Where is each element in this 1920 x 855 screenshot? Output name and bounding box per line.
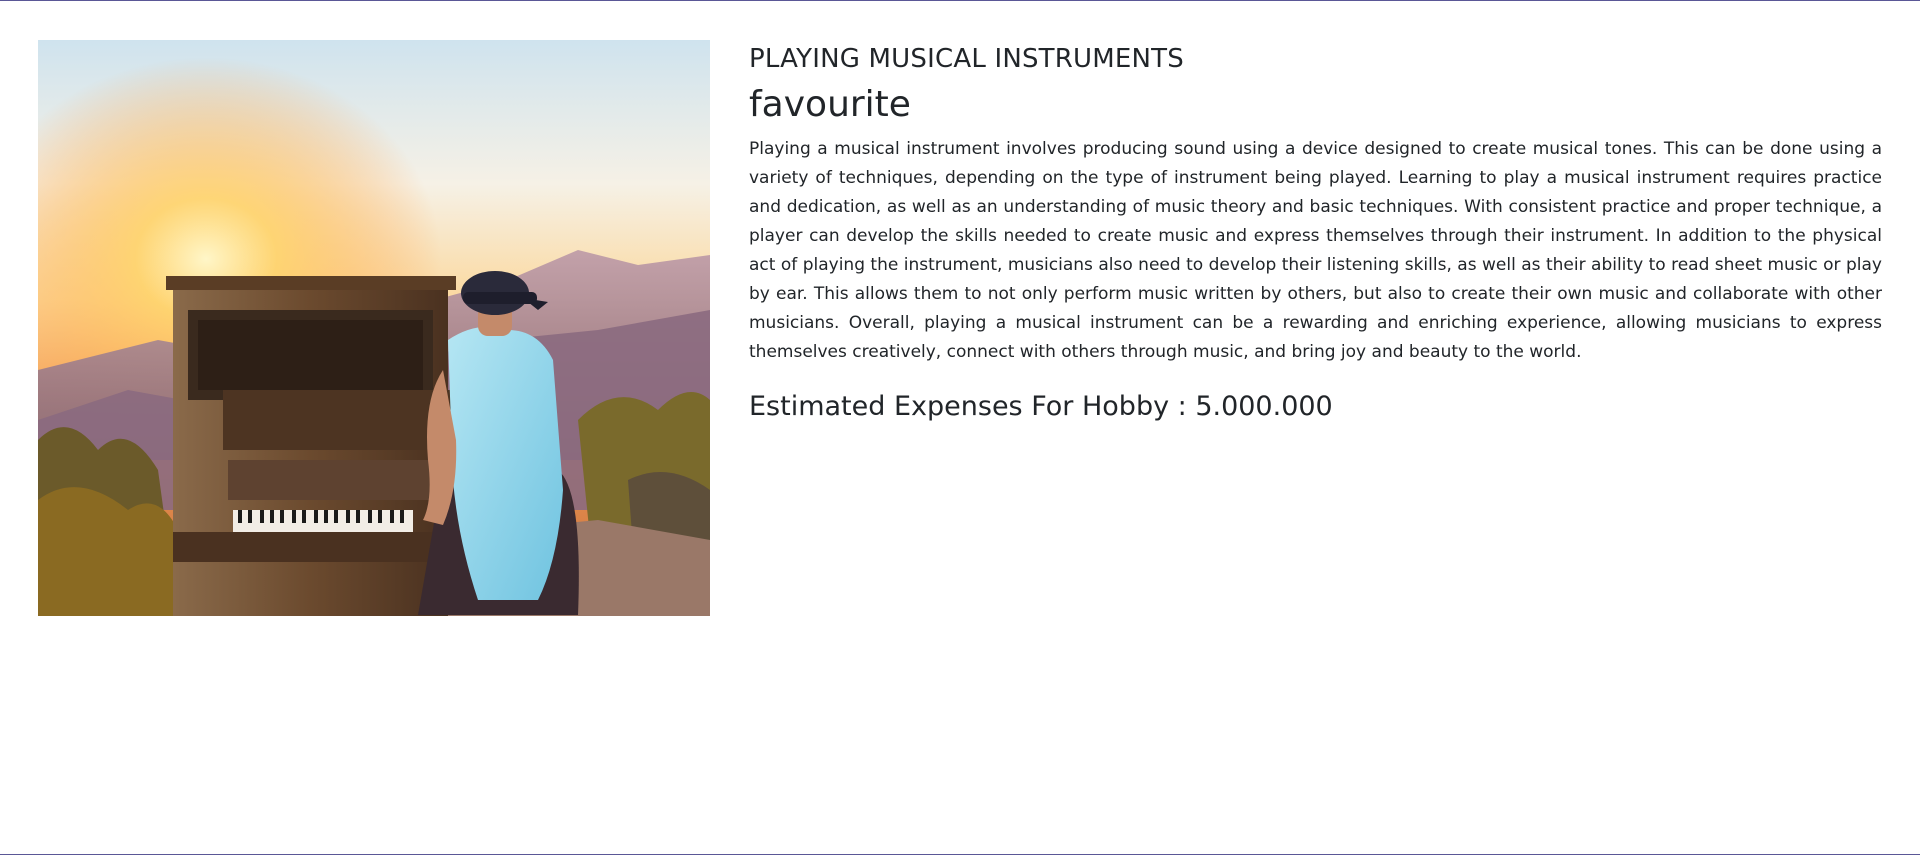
hobby-photo	[38, 40, 710, 616]
hobby-title: PLAYING MUSICAL INSTRUMENTS	[749, 44, 1184, 74]
piano-player-photo	[38, 40, 710, 616]
page: PLAYING MUSICAL INSTRUMENTS favourite Pl…	[0, 0, 1920, 855]
hobby-tag: favourite	[749, 84, 911, 125]
hobby-details: PLAYING MUSICAL INSTRUMENTS favourite Pl…	[749, 41, 1882, 425]
hobby-description: Playing a musical instrument involves pr…	[749, 139, 1882, 362]
hobby-expenses: Estimated Expenses For Hobby : 5.000.000	[749, 391, 1333, 422]
